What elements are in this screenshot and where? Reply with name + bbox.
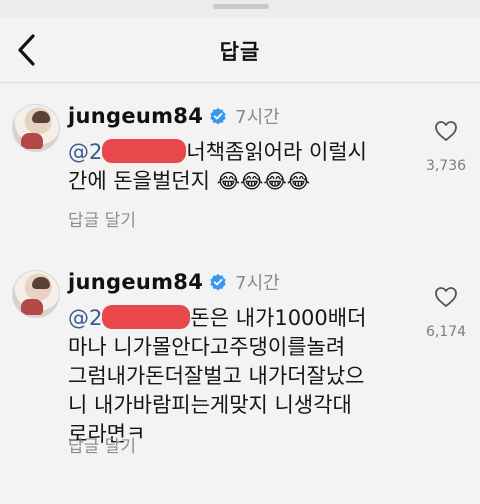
laughing-emoji-icon: 😂😂😂😂 [216, 169, 311, 193]
redaction-mark [102, 305, 191, 329]
avatar[interactable] [12, 270, 60, 318]
page-title: 답글 [219, 40, 261, 64]
heart-icon[interactable] [434, 286, 458, 308]
comment-meta: jungeum84 7시간 [68, 268, 280, 296]
heart-icon[interactable] [434, 120, 458, 142]
like-section: 3,736 [422, 120, 470, 174]
reply-button[interactable]: 답글 달기 [68, 432, 136, 457]
comment-line-text: 돈은 내가1000배더 [190, 306, 367, 330]
mention-link[interactable]: @2 [68, 140, 102, 164]
reply-button[interactable]: 답글 달기 [68, 206, 136, 231]
comment-line-text: 너책좀읽어라 이럴시 [186, 140, 367, 164]
comment-meta: jungeum84 7시간 [68, 102, 280, 130]
drag-handle[interactable] [213, 4, 269, 9]
mention-link[interactable]: @2 [68, 306, 102, 330]
status-bar [0, 0, 480, 18]
comment-line: 니 내가바람피는게맞지 니생각대 [68, 393, 352, 417]
username[interactable]: jungeum84 [68, 270, 203, 294]
comment-line: @2 너책좀읽어라 이럴시 [68, 138, 408, 167]
comment-line: 그럼내가돈더잘벌고 내가더잘났으 [68, 364, 365, 388]
redaction-mark [102, 139, 187, 163]
header: 답글 [0, 18, 480, 83]
comment-line-text: 간에 돈을벌던지 [68, 169, 210, 193]
like-section: 6,174 [422, 286, 470, 340]
like-count: 3,736 [425, 158, 467, 174]
comment-text: @2 너책좀읽어라 이럴시 간에 돈을벌던지 😂😂😂😂 [68, 138, 408, 196]
avatar[interactable] [12, 104, 60, 152]
verified-badge-icon [210, 107, 226, 125]
comment-item: jungeum84 7시간 @2 너책좀읽어라 이럴시 간에 돈을벌던지 😂😂😂😂… [0, 96, 480, 246]
comment-line: 마나 니가몰안다고주댕이를놀려 [68, 335, 346, 359]
comment-line: @2 돈은 내가1000배더 [68, 304, 408, 333]
verified-badge-icon [210, 273, 226, 291]
comment-line: 간에 돈을벌던지 😂😂😂😂 [68, 167, 408, 196]
comment-text: @2 돈은 내가1000배더 마나 니가몰안다고주댕이를놀려 그럼내가돈더잘벌고 … [68, 304, 408, 449]
username[interactable]: jungeum84 [68, 104, 203, 128]
like-count: 6,174 [425, 324, 467, 340]
comment-time: 7시간 [235, 273, 280, 294]
comment-time: 7시간 [235, 107, 280, 128]
comment-item: jungeum84 7시간 @2 돈은 내가1000배더 마나 니가몰안다고주댕이… [0, 262, 480, 492]
